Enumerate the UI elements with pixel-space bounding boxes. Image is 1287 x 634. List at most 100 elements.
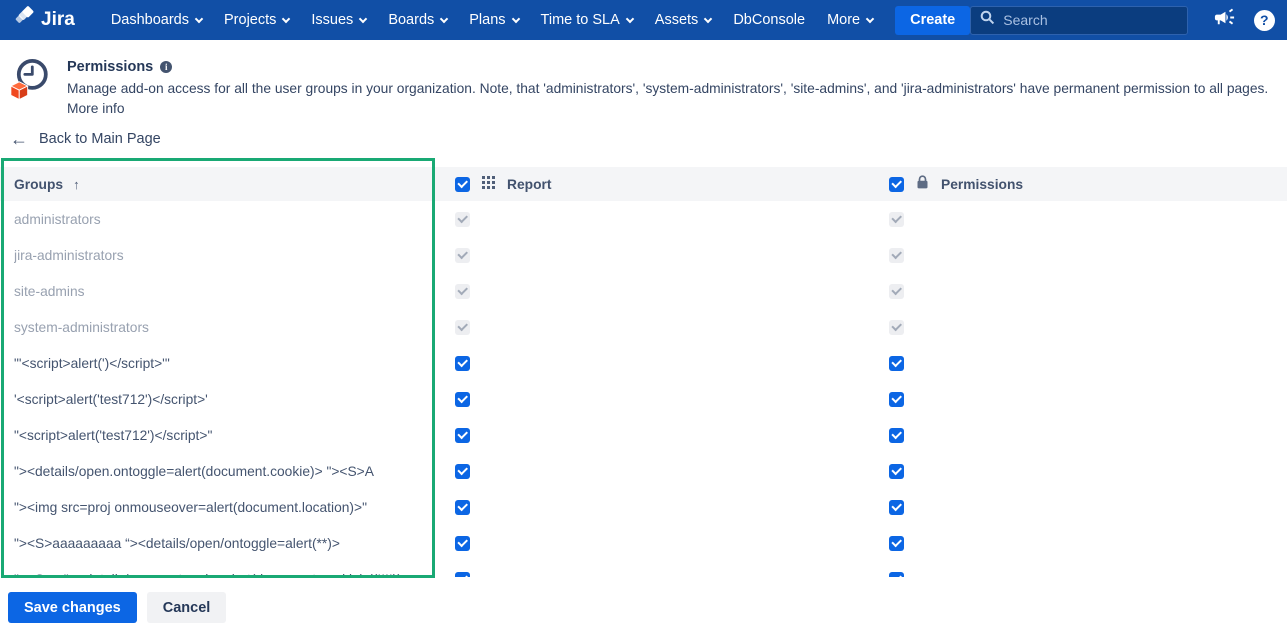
permissions-checkbox: [889, 247, 904, 263]
report-checkbox[interactable]: [455, 427, 470, 443]
table-row: "<script>alert('test712')</script>": [0, 417, 1287, 453]
permissions-checkbox[interactable]: [889, 535, 904, 551]
nav-item-label: Time to SLA: [540, 12, 620, 28]
sort-ascending-icon[interactable]: ↑: [73, 177, 80, 192]
back-to-main-page-link[interactable]: ← Back to Main Page: [10, 130, 161, 148]
group-name: "><S>a "><details/open.ontoggle=alert(do…: [14, 572, 402, 578]
report-checkbox: [455, 247, 470, 263]
table-row: site-admins: [0, 273, 1287, 309]
groups-table-body: administrators jira-administrators site-ad…: [0, 201, 1287, 577]
page-header-text: Permissions i Manage add-on access for a…: [67, 56, 1272, 118]
back-arrow-icon: ←: [10, 129, 28, 149]
group-name: "><img src=proj onmouseover=alert(docume…: [14, 499, 367, 515]
nav-item-dbconsole[interactable]: DbConsole: [723, 5, 815, 35]
chevron-down-icon: [865, 14, 875, 23]
groups-column-header[interactable]: Groups: [14, 177, 63, 192]
grid-icon: [482, 176, 495, 192]
permissions-checkbox[interactable]: [889, 391, 904, 407]
save-changes-button[interactable]: Save changes: [8, 592, 137, 623]
permissions-checkbox[interactable]: [889, 427, 904, 443]
table-row: '<script>alert('test712')</script>': [0, 381, 1287, 417]
nav-item-projects[interactable]: Projects: [214, 5, 299, 35]
nav-item-plans[interactable]: Plans: [459, 5, 528, 35]
report-checkbox[interactable]: [455, 391, 470, 407]
jira-logo[interactable]: Jira: [14, 6, 75, 34]
permissions-checkbox: [889, 283, 904, 299]
more-info-link[interactable]: More info: [67, 101, 125, 116]
timetosla-app-icon: [9, 56, 50, 118]
table-row: "><S>a "><details/open.ontoggle=alert(do…: [0, 561, 1287, 577]
group-name: "<script>alert('test712')</script>": [14, 427, 213, 443]
jira-logo-text: Jira: [41, 9, 75, 30]
nav-item-label: Assets: [654, 12, 699, 28]
nav-item-more[interactable]: More: [817, 5, 883, 35]
megaphone-icon: [1213, 6, 1236, 34]
top-navbar: Jira Dashboards Projects Issues Boards Plans…: [0, 0, 1287, 40]
announcements-button[interactable]: [1208, 4, 1240, 36]
groups-table: Groups ↑ Report Permissions administrato…: [0, 167, 1287, 577]
page-header: Permissions i Manage add-on access for a…: [9, 56, 1272, 118]
permissions-checkbox: [889, 319, 904, 335]
search-icon: [980, 10, 995, 30]
chevron-down-icon: [359, 14, 368, 23]
report-column-header: Report: [507, 176, 552, 192]
table-row: "><S>aaaaaaaaa “><details/open/ontoggle=…: [0, 525, 1287, 561]
report-checkbox: [455, 283, 470, 299]
back-link-label: Back to Main Page: [39, 131, 161, 147]
report-select-all-checkbox[interactable]: [455, 176, 470, 192]
report-checkbox[interactable]: [455, 535, 470, 551]
nav-item-dashboards[interactable]: Dashboards: [101, 5, 212, 35]
permissions-select-all-checkbox[interactable]: [889, 176, 904, 192]
chevron-down-icon: [625, 14, 635, 23]
group-name: "><S>aaaaaaaaa “><details/open/ontoggle=…: [14, 535, 340, 551]
create-button[interactable]: Create: [895, 5, 971, 35]
chevron-down-icon: [440, 14, 449, 23]
report-checkbox[interactable]: [455, 463, 470, 479]
table-row: "><details/open.ontoggle=alert(document.…: [0, 453, 1287, 489]
nav-item-label: Dashboards: [110, 12, 189, 28]
help-icon: ?: [1253, 9, 1275, 31]
group-name: "><details/open.ontoggle=alert(document.…: [14, 463, 374, 479]
nav-item-time-to-sla[interactable]: Time to SLA: [531, 5, 643, 35]
nav-item-label: Projects: [224, 12, 277, 28]
report-checkbox: [455, 319, 470, 335]
page-title: Permissions: [67, 59, 154, 75]
nav-item-label: More: [827, 12, 861, 28]
report-checkbox[interactable]: [455, 499, 470, 515]
nav-item-label: Boards: [388, 12, 435, 28]
jira-logo-icon: [14, 6, 36, 34]
chevron-down-icon: [511, 14, 520, 23]
help-button[interactable]: ?: [1248, 4, 1280, 36]
report-checkbox[interactable]: [455, 571, 470, 577]
table-row: system-administrators: [0, 309, 1287, 345]
permissions-column-header: Permissions: [941, 176, 1024, 192]
cancel-button[interactable]: Cancel: [146, 592, 227, 623]
table-row: jira-administrators: [0, 237, 1287, 273]
info-icon[interactable]: i: [160, 61, 173, 73]
permissions-checkbox[interactable]: [889, 571, 904, 577]
navbar-right: ?: [970, 4, 1287, 36]
lock-icon: [916, 175, 929, 193]
form-actions: Save changes Cancel: [8, 592, 227, 623]
report-checkbox: [455, 211, 470, 227]
search-box[interactable]: [970, 5, 1189, 35]
chevron-down-icon: [282, 14, 291, 23]
permissions-checkbox: [889, 211, 904, 227]
permissions-checkbox[interactable]: [889, 499, 904, 515]
group-name: "'<script>alert(')</script>'": [14, 355, 170, 371]
report-checkbox[interactable]: [455, 355, 470, 371]
permissions-checkbox[interactable]: [889, 463, 904, 479]
group-name: jira-administrators: [14, 247, 124, 263]
nav-item-label: DbConsole: [733, 12, 806, 28]
search-input[interactable]: [1003, 12, 1179, 28]
table-row: "'<script>alert(')</script>'": [0, 345, 1287, 381]
table-row: "><img src=proj onmouseover=alert(docume…: [0, 489, 1287, 525]
chevron-down-icon: [704, 14, 713, 23]
permissions-checkbox[interactable]: [889, 355, 904, 371]
primary-nav: Dashboards Projects Issues Boards Plans Time …: [101, 5, 883, 35]
table-row: administrators: [0, 201, 1287, 237]
nav-item-assets[interactable]: Assets: [645, 5, 722, 35]
chevron-down-icon: [194, 14, 204, 23]
nav-item-boards[interactable]: Boards: [378, 5, 457, 35]
nav-item-issues[interactable]: Issues: [301, 5, 376, 35]
